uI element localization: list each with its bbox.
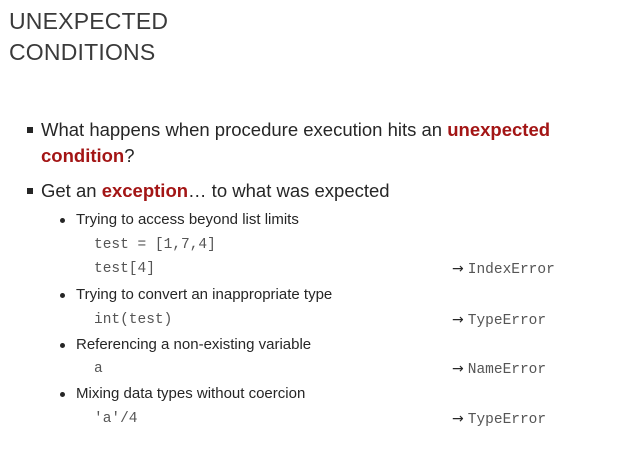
case-label: Mixing data types without coercion	[76, 385, 306, 402]
code-line: test = [1,7,4]	[94, 237, 216, 253]
case-label: Referencing a non-existing variable	[76, 336, 312, 353]
right-arrow-icon: →	[452, 361, 464, 377]
code-line: 'a'/4	[94, 411, 138, 427]
highlight-exception: exception	[101, 180, 189, 201]
title-line-1: UNEXPECTED	[9, 8, 169, 34]
title-line-2: CONDITIONS	[9, 39, 156, 65]
error-name: NameError	[467, 362, 547, 378]
code-line: int(test)	[94, 312, 173, 328]
result: → TypeError	[452, 310, 546, 331]
highlight-condition: condition	[41, 145, 125, 166]
square-bullet-icon	[27, 188, 33, 194]
round-bullet-icon	[60, 392, 65, 397]
slide-title: UNEXPECTED CONDITIONS	[9, 6, 168, 68]
square-bullet-icon	[27, 127, 33, 133]
result: → NameError	[452, 359, 546, 380]
result: → TypeError	[452, 409, 546, 430]
right-arrow-icon: →	[452, 411, 464, 427]
result: → IndexError	[452, 259, 555, 280]
round-bullet-icon	[60, 293, 65, 298]
highlight-unexpected: unexpected	[447, 119, 551, 140]
code-line: test[4]	[94, 261, 155, 277]
bullet-text: Get an exception… to what was expected	[41, 179, 390, 203]
bullet-text-line-2: condition?	[41, 144, 135, 168]
case-label: Trying to convert an inappropriate type	[76, 286, 333, 303]
bullet-text: What happens when procedure execution hi…	[41, 118, 550, 142]
error-name: TypeError	[467, 412, 547, 428]
bullet-text-pre: What happens when procedure execution hi…	[41, 119, 448, 140]
right-arrow-icon: →	[452, 312, 464, 328]
bullet-text-post: ?	[124, 145, 135, 166]
error-name: TypeError	[467, 313, 547, 329]
code-line: a	[94, 361, 103, 377]
slide: UNEXPECTED CONDITIONS What happens when …	[0, 0, 641, 455]
round-bullet-icon	[60, 218, 65, 223]
case-label: Trying to access beyond list limits	[76, 211, 299, 228]
error-name: IndexError	[467, 262, 555, 278]
bullet-text-pre: Get an	[41, 180, 102, 201]
bullet-text-post: … to what was expected	[188, 180, 390, 201]
right-arrow-icon: →	[452, 261, 464, 277]
round-bullet-icon	[60, 343, 65, 348]
